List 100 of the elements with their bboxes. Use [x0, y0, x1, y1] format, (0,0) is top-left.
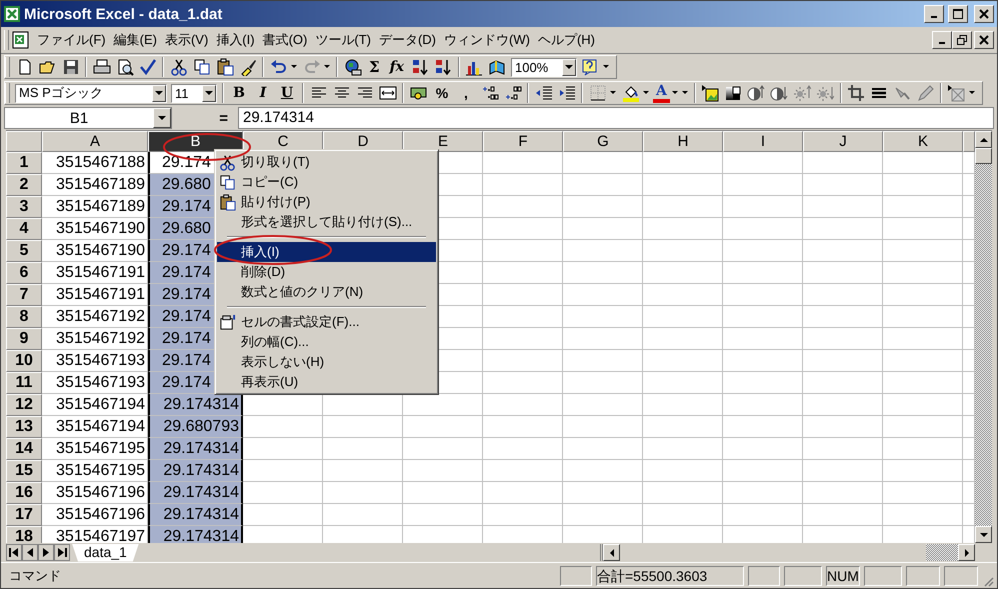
- contrast-up-icon[interactable]: [747, 84, 766, 102]
- font-size-dropdown[interactable]: 11: [171, 84, 217, 102]
- column-header[interactable]: A: [42, 131, 148, 152]
- menu-item[interactable]: ツール(T): [311, 29, 375, 51]
- row-header[interactable]: 18: [6, 526, 42, 543]
- row-header[interactable]: 15: [6, 460, 42, 482]
- brightness-down-icon[interactable]: [816, 84, 834, 102]
- color-icon[interactable]: [724, 84, 742, 102]
- spellcheck-icon[interactable]: [138, 58, 156, 76]
- sum-indicator: 合計=55500.3603: [596, 566, 744, 586]
- row-header[interactable]: 10: [6, 350, 42, 372]
- autosum-button[interactable]: Σ: [365, 57, 384, 77]
- sort-descending-icon[interactable]: [434, 58, 452, 76]
- workbook-icon[interactable]: [12, 31, 30, 49]
- help-icon[interactable]: [581, 58, 600, 76]
- zoom-dropdown[interactable]: 100%: [510, 58, 577, 76]
- row-header[interactable]: 14: [6, 438, 42, 460]
- scrollbar-thumb[interactable]: [975, 148, 992, 164]
- vertical-scrollbar[interactable]: [975, 131, 992, 543]
- minimize-button[interactable]: [924, 5, 944, 23]
- next-sheet-button[interactable]: [38, 544, 54, 561]
- font-dropdown[interactable]: MS Pゴシック: [15, 84, 167, 102]
- column-header[interactable]: E: [403, 131, 483, 152]
- close-button[interactable]: [974, 5, 994, 23]
- underline-button[interactable]: U: [276, 83, 298, 103]
- menu-item[interactable]: 挿入(I): [217, 242, 436, 262]
- row-header[interactable]: 4: [6, 218, 42, 240]
- borders-icon[interactable]: [588, 84, 606, 102]
- row-header[interactable]: 6: [6, 262, 42, 284]
- transparent-color-icon[interactable]: [947, 84, 966, 102]
- decrease-indent-icon[interactable]: [534, 84, 552, 102]
- maximize-button[interactable]: [948, 5, 968, 23]
- sort-ascending-icon[interactable]: [411, 58, 430, 76]
- menu-item[interactable]: ファイル(F): [33, 29, 110, 51]
- decrease-decimal-icon[interactable]: [504, 84, 522, 102]
- column-header[interactable]: K: [883, 131, 963, 152]
- restore-button[interactable]: [952, 31, 972, 49]
- horizontal-scrollbar[interactable]: [600, 544, 975, 561]
- copy-icon: [219, 174, 236, 191]
- row-header[interactable]: 7: [6, 284, 42, 306]
- font-color-button[interactable]: A: [653, 83, 670, 103]
- increase-indent-icon[interactable]: [558, 84, 576, 102]
- column-header[interactable]: F: [483, 131, 563, 152]
- select-all-button[interactable]: [6, 131, 42, 152]
- percent-button[interactable]: %: [431, 83, 453, 103]
- resize-grip[interactable]: [982, 575, 994, 587]
- pencil-icon[interactable]: [916, 84, 934, 102]
- name-box[interactable]: B1: [4, 107, 172, 129]
- crop-icon[interactable]: [847, 84, 866, 102]
- column-header[interactable]: G: [563, 131, 643, 152]
- column-header[interactable]: H: [643, 131, 723, 152]
- row-header[interactable]: 12: [6, 394, 42, 416]
- increase-decimal-icon[interactable]: [480, 84, 498, 102]
- minimize-button[interactable]: [932, 31, 952, 49]
- sheet-tab[interactable]: data_1: [72, 544, 139, 562]
- scrollbar-thumb[interactable]: [926, 544, 958, 561]
- row-header[interactable]: 3: [6, 196, 42, 218]
- menu-item[interactable]: データ(D): [374, 29, 440, 51]
- copy-icon[interactable]: [192, 58, 210, 76]
- row-header[interactable]: 2: [6, 174, 42, 196]
- row-header[interactable]: 8: [6, 306, 42, 328]
- menu-item[interactable]: 書式(O): [258, 29, 312, 51]
- menu-item[interactable]: ヘルプ(H): [534, 29, 599, 51]
- contrast-down-icon[interactable]: [770, 84, 788, 102]
- row-header[interactable]: 1: [6, 152, 42, 174]
- row-header[interactable]: 5: [6, 240, 42, 262]
- print-preview-icon[interactable]: [116, 58, 134, 76]
- undo-icon[interactable]: [270, 58, 288, 76]
- row-header[interactable]: 16: [6, 482, 42, 504]
- comma-button[interactable]: ,: [455, 83, 477, 103]
- column-header[interactable]: J: [803, 131, 883, 152]
- first-sheet-button[interactable]: [6, 544, 22, 561]
- menu-item[interactable]: ウィンドウ(W): [440, 29, 534, 51]
- printer-icon[interactable]: [92, 58, 110, 76]
- map-icon[interactable]: [488, 58, 506, 76]
- save-icon[interactable]: [62, 58, 80, 76]
- row-header[interactable]: 11: [6, 372, 42, 394]
- last-sheet-button[interactable]: [54, 544, 70, 561]
- bold-button[interactable]: B: [228, 83, 250, 103]
- brightness-up-icon[interactable]: [793, 84, 812, 102]
- row-header[interactable]: 9: [6, 328, 42, 350]
- globe-icon[interactable]: [344, 58, 362, 76]
- menu-item[interactable]: 挿入(I): [212, 29, 259, 51]
- menu-item[interactable]: 編集(E): [110, 29, 161, 51]
- function-button[interactable]: fx: [386, 57, 408, 77]
- column-header[interactable]: I: [723, 131, 803, 152]
- row-header[interactable]: 13: [6, 416, 42, 438]
- merge-cells-icon[interactable]: [378, 84, 396, 102]
- formula-field[interactable]: 29.174314: [238, 107, 994, 129]
- menu-item[interactable]: 表示(V): [160, 29, 212, 51]
- insert-picture-icon[interactable]: [701, 84, 720, 102]
- fill-color-icon[interactable]: [622, 84, 640, 102]
- cut-icon[interactable]: [170, 58, 188, 76]
- row-header[interactable]: 17: [6, 504, 42, 526]
- close-button[interactable]: [974, 31, 994, 49]
- italic-button[interactable]: I: [252, 83, 274, 103]
- previous-sheet-button[interactable]: [22, 544, 38, 561]
- column-header[interactable]: [963, 131, 975, 152]
- brush-icon[interactable]: [238, 58, 256, 76]
- paste-icon[interactable]: [216, 58, 234, 76]
